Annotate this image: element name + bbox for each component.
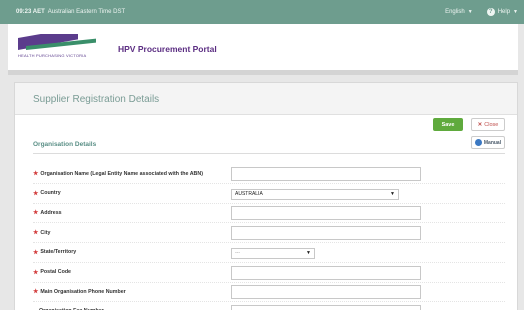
close-icon: ✕ (477, 121, 483, 128)
text-input[interactable] (231, 285, 421, 300)
field-label-text: Main Organisation Phone Number (40, 288, 126, 295)
text-input[interactable] (231, 226, 421, 241)
logo-graphic (16, 34, 100, 54)
help-label: Help (497, 9, 511, 15)
field-label: ★ Country (33, 190, 61, 197)
required-star-icon: ★ (33, 249, 39, 256)
help-menu[interactable]: ? Help ▼ (486, 8, 518, 16)
required-star-icon: ★ (33, 230, 39, 237)
field-label-text: State/Territory (40, 249, 77, 256)
logo-text: HEALTH PURCHASING VICTORIA (18, 53, 87, 58)
required-star-icon: ★ (33, 171, 39, 177)
field-label: ★ Organisation Name (Legal Entity Name as… (33, 170, 203, 178)
language-label: English (445, 9, 465, 15)
panel-header: Supplier Registration Details (15, 83, 517, 115)
select-field[interactable]: --- ▼ (231, 247, 315, 259)
close-button[interactable]: ✕ Close (471, 118, 505, 131)
text-input[interactable] (231, 167, 421, 181)
language-selector[interactable]: English ▼ (445, 9, 473, 15)
form-row: ★ State/Territory --- ▼ (33, 244, 505, 263)
chevron-down-icon: ▼ (467, 9, 473, 15)
text-input[interactable] (231, 206, 421, 221)
header-divider (8, 70, 518, 75)
form-row: ★ Country AUSTRALIA ▼ (33, 185, 505, 204)
form-row: ★ Address (33, 204, 505, 224)
required-star-icon: ★ (33, 210, 39, 217)
field-label: ★ City (33, 229, 51, 237)
form-row: ★ Postal Code (33, 264, 505, 283)
save-button[interactable]: Save (433, 118, 463, 131)
form-row: ★ Organisation Name (Legal Entity Name as… (33, 165, 505, 184)
manual-icon (474, 139, 482, 146)
field-label: ★ Main Organisation Phone Number (33, 288, 126, 296)
select-field[interactable]: AUSTRALIA ▼ (231, 188, 399, 200)
hpv-logo[interactable]: HEALTH PURCHASING VICTORIA (16, 34, 100, 62)
current-time: 09:23 AET (16, 9, 45, 15)
field-label-text: City (40, 229, 51, 236)
section-divider (33, 153, 505, 154)
timezone-label: Australian Eastern Time DST (47, 9, 126, 15)
panel-title: Supplier Registration Details (33, 94, 160, 105)
field-label: ★ State/Territory (33, 249, 76, 256)
section-title: Organisation Details (33, 141, 97, 148)
form-row: ★ Main Organisation Phone Number (33, 283, 505, 303)
required-star-icon: ★ (33, 289, 39, 296)
field-label: ★ Address (33, 209, 62, 217)
field-label-text: Address (40, 209, 62, 216)
close-label: Close (484, 121, 499, 128)
portal-title: HPV Procurement Portal (118, 44, 217, 54)
chevron-down-icon: ▼ (513, 9, 518, 15)
form-row: ★ City (33, 224, 505, 244)
field-label-text: Country (40, 190, 61, 197)
topbar-right: English ▼ ? Help ▼ (445, 8, 518, 16)
manual-button[interactable]: Manual (471, 136, 505, 149)
field-label-text: Postal Code (40, 269, 72, 275)
form-row: Organisation Fax Number (33, 303, 505, 310)
help-icon: ? (486, 8, 495, 16)
top-bar: 09:23 AET Australian Eastern Time DST En… (0, 0, 524, 24)
text-input[interactable] (231, 265, 421, 280)
manual-label: Manual (483, 139, 502, 146)
registration-panel: Supplier Registration Details Save ✕ Clo… (14, 82, 518, 310)
required-star-icon: ★ (33, 190, 39, 197)
chevron-down-icon: ▼ (390, 191, 395, 198)
chevron-down-icon: ▼ (306, 250, 311, 257)
field-label-text: Organisation Name (Legal Entity Name ass… (40, 170, 203, 177)
select-value: AUSTRALIA (235, 191, 263, 198)
required-star-icon: ★ (33, 269, 39, 276)
field-label: ★ Postal Code (33, 269, 71, 276)
text-input[interactable] (231, 304, 421, 310)
select-value: --- (235, 250, 240, 257)
portal-header: HEALTH PURCHASING VICTORIA HPV Procureme… (8, 24, 518, 70)
